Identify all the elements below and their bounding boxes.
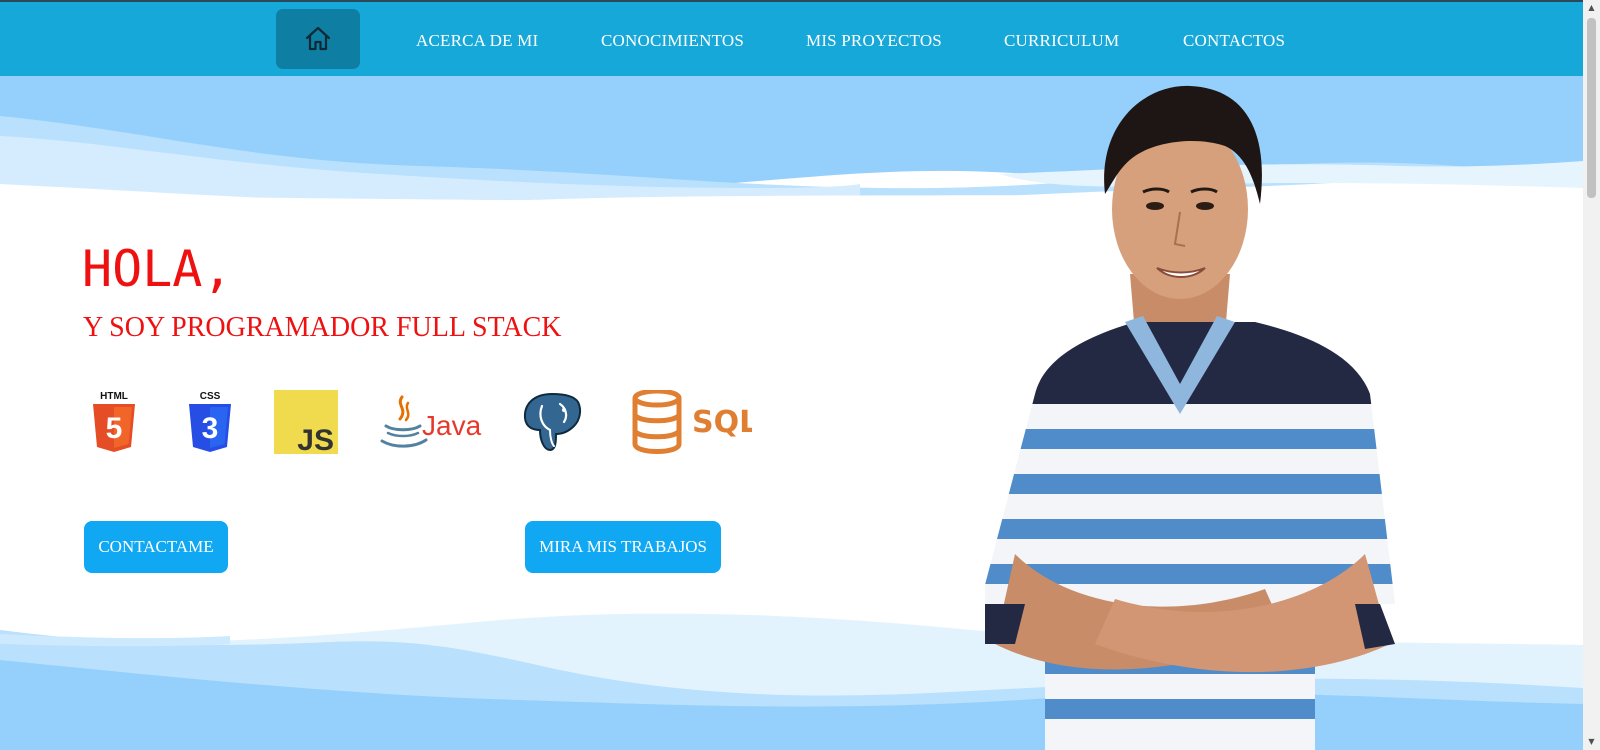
css-label: CSS [200,391,221,402]
profile-photo [985,85,1395,750]
nav-link-acerca[interactable]: ACERCA DE MI [416,31,538,51]
nav-link-conocimientos[interactable]: CONOCIMIENTOS [601,31,744,51]
js-label: JS [297,424,334,454]
scroll-down-arrow[interactable]: ▼ [1583,734,1600,750]
nav-link-proyectos[interactable]: MIS PROYECTOS [806,31,942,51]
html5-logo: HTML 5 [93,391,135,452]
home-button[interactable] [276,9,360,69]
css3-logo: CSS 3 [189,391,231,452]
nav-link-contactos[interactable]: CONTACTOS [1183,31,1285,51]
css3-number: 3 [202,412,219,445]
javascript-logo: JS [274,390,338,454]
hero-subtitle: Y SOY PROGRAMADOR FULL STACK [83,312,562,343]
contact-button[interactable]: CONTACTAME [84,521,228,573]
top-navigation: ACERCA DE MI CONOCIMIENTOS MIS PROYECTOS… [0,0,1583,76]
home-icon [305,26,331,51]
view-works-button[interactable]: MIRA MIS TRABAJOS [525,521,721,573]
greeting-heading: HOLA, [82,240,233,298]
scroll-thumb[interactable] [1587,18,1596,198]
scroll-up-arrow[interactable]: ▲ [1583,0,1600,16]
sql-label: SQL [692,405,752,440]
java-label: Java [422,410,482,441]
html5-number: 5 [106,412,123,445]
page-scrollbar[interactable]: ▲ ▼ [1583,0,1600,750]
postgresql-elephant-icon [523,392,582,452]
sql-logo: SQL [632,390,752,454]
html-label: HTML [100,391,128,402]
nav-link-curriculum[interactable]: CURRICULUM [1004,31,1119,51]
java-logo: Java [380,395,482,448]
